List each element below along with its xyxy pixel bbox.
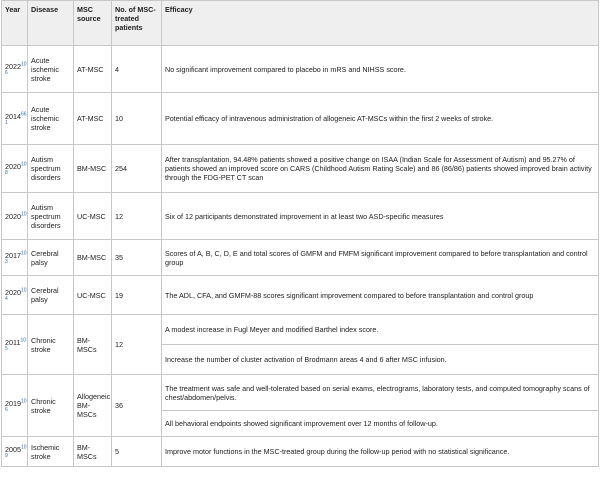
year-cell: 200510 9: [1, 436, 28, 467]
count-cell: 35: [111, 239, 162, 276]
count-cell: 5: [111, 436, 162, 467]
reference-link[interactable]: 5: [5, 346, 24, 352]
reference-link[interactable]: 10: [21, 398, 27, 404]
msc-trials-table: Year Disease MSC source No. of MSC-treat…: [1, 0, 599, 467]
source-cell: AT-MSC: [73, 45, 112, 93]
efficacy-cell: The ADL, CFA, and GMFM-88 scores signifi…: [161, 275, 599, 315]
reference-link[interactable]: 10: [21, 250, 27, 256]
source-cell: BM-MSC: [73, 144, 112, 193]
reference-link[interactable]: 10: [21, 288, 27, 294]
count-cell: 12: [111, 314, 162, 375]
header-efficacy: Efficacy: [161, 0, 599, 46]
reference-link[interactable]: 3: [5, 259, 24, 265]
source-cell: BM-MSC: [73, 239, 112, 276]
efficacy-cell: The treatment was safe and well-tolerate…: [161, 374, 599, 411]
reference-link[interactable]: 6: [5, 71, 24, 76]
header-year: Year: [1, 0, 28, 46]
header-row: Year Disease MSC source No. of MSC-treat…: [1, 0, 599, 46]
year-cell: 201110 5: [1, 314, 28, 375]
reference-link[interactable]: 1: [5, 120, 24, 126]
disease-cell: Cerebral palsy: [27, 275, 74, 315]
source-cell: Allogeneic BM-MSCs: [73, 374, 112, 437]
source-cell: AT-MSC: [73, 92, 112, 145]
efficacy-cell: Six of 12 participants demonstrated impr…: [161, 192, 599, 240]
table-row: 202010 8 Autism spectrum disorders BM-MSC…: [1, 144, 599, 193]
reference-link[interactable]: 10: [21, 444, 27, 450]
disease-cell: Acute ischemic stroke: [27, 92, 74, 145]
source-cell: UC-MSC: [73, 192, 112, 240]
efficacy-cell: Scores of A, B, C, D, E and total scores…: [161, 239, 599, 276]
reference-link[interactable]: 4: [5, 297, 24, 302]
disease-cell: Ischemic stroke: [27, 436, 74, 467]
disease-cell: Acute ischemic stroke: [27, 45, 74, 93]
reference-link[interactable]: 6: [5, 407, 24, 413]
table-row: 201910 6 Chronic stroke Allogeneic BM-MSC…: [1, 374, 599, 437]
reference-link[interactable]: 10: [20, 337, 26, 343]
table-row: 202210 6 Acute ischemic stroke AT-MSC 4 N…: [1, 45, 599, 93]
reference-link[interactable]: 10: [21, 211, 27, 217]
table-row: 201110 5 Chronic stroke BM-MSCs 12 A mode…: [1, 314, 599, 375]
reference-link[interactable]: 66: [21, 111, 27, 117]
reference-link[interactable]: 8: [5, 170, 24, 176]
source-cell: UC-MSC: [73, 275, 112, 315]
table-row: 202010 4 Cerebral palsy UC-MSC 19 The ADL…: [1, 275, 599, 315]
year-cell: 202010: [1, 192, 28, 240]
disease-cell: Cerebral palsy: [27, 239, 74, 276]
year-cell: 201910 6: [1, 374, 28, 437]
source-cell: BM-MSCs: [73, 314, 112, 375]
count-cell: 4: [111, 45, 162, 93]
disease-cell: Chronic stroke: [27, 314, 74, 375]
source-cell: BM-MSCs: [73, 436, 112, 467]
reference-link[interactable]: 10: [21, 62, 27, 68]
efficacy-cell: No significant improvement compared to p…: [161, 45, 599, 93]
efficacy-cell: A modest increase in Fugl Meyer and modi…: [161, 314, 599, 345]
year-cell: 202010 4: [1, 275, 28, 315]
year-cell: 202010 8: [1, 144, 28, 193]
efficacy-cell: Improve motor functions in the MSC-treat…: [161, 436, 599, 467]
count-cell: 12: [111, 192, 162, 240]
table-row: 202010 Autism spectrum disorders UC-MSC …: [1, 192, 599, 240]
efficacy-cell: Increase the number of cluster activatio…: [161, 344, 599, 375]
reference-link[interactable]: 10: [21, 161, 27, 167]
header-disease: Disease: [27, 0, 74, 46]
count-cell: 19: [111, 275, 162, 315]
header-source: MSC source: [73, 0, 112, 46]
header-count: No. of MSC-treated patients: [111, 0, 162, 46]
count-cell: 254: [111, 144, 162, 193]
efficacy-cell: All behavioral endpoints showed signific…: [161, 410, 599, 437]
disease-cell: Autism spectrum disorders: [27, 192, 74, 240]
table-row: 201710 3 Cerebral palsy BM-MSC 35 Scores …: [1, 239, 599, 276]
year-cell: 201466 1: [1, 92, 28, 145]
year-cell: 201710 3: [1, 239, 28, 276]
disease-cell: Autism spectrum disorders: [27, 144, 74, 193]
count-cell: 36: [111, 374, 162, 437]
reference-link[interactable]: 9: [5, 453, 24, 459]
table-row: 200510 9 Ischemic stroke BM-MSCs 5 Improv…: [1, 436, 599, 467]
count-cell: 10: [111, 92, 162, 145]
disease-cell: Chronic stroke: [27, 374, 74, 437]
efficacy-cell: After transplantation, 94.48% patients s…: [161, 144, 599, 193]
year-cell: 202210 6: [1, 45, 28, 93]
efficacy-cell: Potential efficacy of intravenous admini…: [161, 92, 599, 145]
table-row: 201466 1 Acute ischemic stroke AT-MSC 10 …: [1, 92, 599, 145]
